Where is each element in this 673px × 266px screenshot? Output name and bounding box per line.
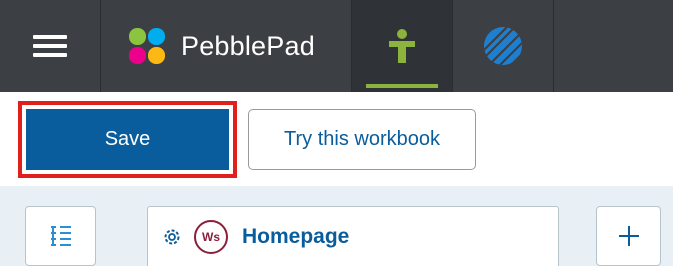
hamburger-icon (33, 30, 67, 62)
list-icon (50, 226, 71, 246)
page-tab-homepage[interactable]: Ws Homepage (147, 206, 559, 266)
globe-icon (484, 27, 522, 65)
add-page-button[interactable] (596, 206, 661, 266)
active-tab-indicator (366, 84, 438, 88)
gear-icon[interactable] (162, 227, 182, 247)
tab-atlas[interactable] (453, 0, 553, 92)
menu-button[interactable] (0, 0, 100, 92)
plus-icon (618, 226, 639, 246)
brand[interactable]: PebblePad (101, 0, 351, 92)
workspace-badge: Ws (194, 219, 228, 254)
pebblepad-logo (129, 28, 165, 64)
tab-resources[interactable] (352, 0, 452, 92)
save-button[interactable]: Save (26, 109, 229, 170)
try-workbook-button[interactable]: Try this workbook (248, 109, 476, 170)
contents-button[interactable] (25, 206, 96, 266)
page-title: Homepage (242, 224, 350, 248)
divider (553, 0, 554, 92)
brand-name: PebblePad (181, 30, 315, 61)
person-icon (389, 29, 415, 63)
top-navigation-bar: PebblePad (0, 0, 673, 92)
